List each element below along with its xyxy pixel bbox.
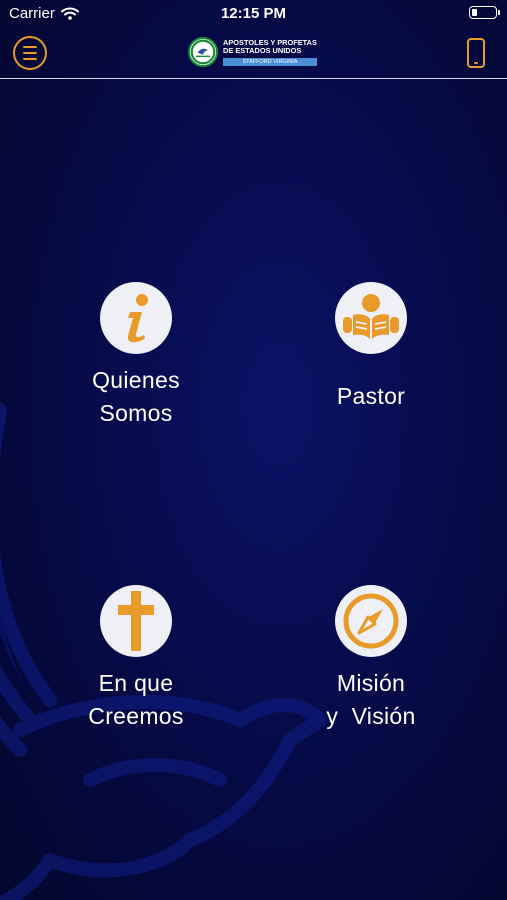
logo-text: APOSTOLES Y PROFETAS DE ESTADOS UNIDOS S… [223,38,317,66]
status-time: 12:15 PM [220,5,287,22]
phone-icon[interactable] [467,38,485,68]
info-icon [127,294,148,343]
screen: Carrier 12:15 PM APOSTOLES Y PROFETAS DE… [0,0,507,900]
logo-line-2: DE ESTADOS UNIDOS [223,46,302,55]
hamburger-icon [23,46,37,48]
church-logo: APOSTOLES Y PROFETAS DE ESTADOS UNIDOS S… [188,37,317,67]
menu-item-label: Pastor [336,383,406,409]
battery-level [472,9,477,16]
compass-icon-circle [335,585,407,657]
nav-bar: APOSTOLES Y PROFETAS DE ESTADOS UNIDOS S… [0,30,507,79]
menu-item-en-que-creemos[interactable]: En que Creemos [36,585,236,733]
cross-icon-circle [100,585,172,657]
seal-icon [188,37,218,67]
logo-subtitle: STAFFORD VIRGINIA [223,57,317,66]
menu-item-label: Quienes Somos [92,367,180,426]
info-icon-circle [100,282,172,354]
hamburger-menu-button[interactable] [13,36,47,70]
menu-item-pastor[interactable]: Pastor [271,282,471,413]
reader-icon [343,294,399,339]
reader-icon-circle [335,282,407,354]
menu-item-label: Misión y Visión [326,670,416,729]
menu-item-quienes-somos[interactable]: Quienes Somos [36,282,236,430]
battery-icon [469,6,500,19]
status-bar: Carrier 12:15 PM [0,0,507,30]
cross-icon [118,591,154,651]
compass-icon [343,593,399,649]
menu-item-label: En que Creemos [88,670,184,729]
menu-item-mision-vision[interactable]: Misión y Visión [271,585,471,733]
